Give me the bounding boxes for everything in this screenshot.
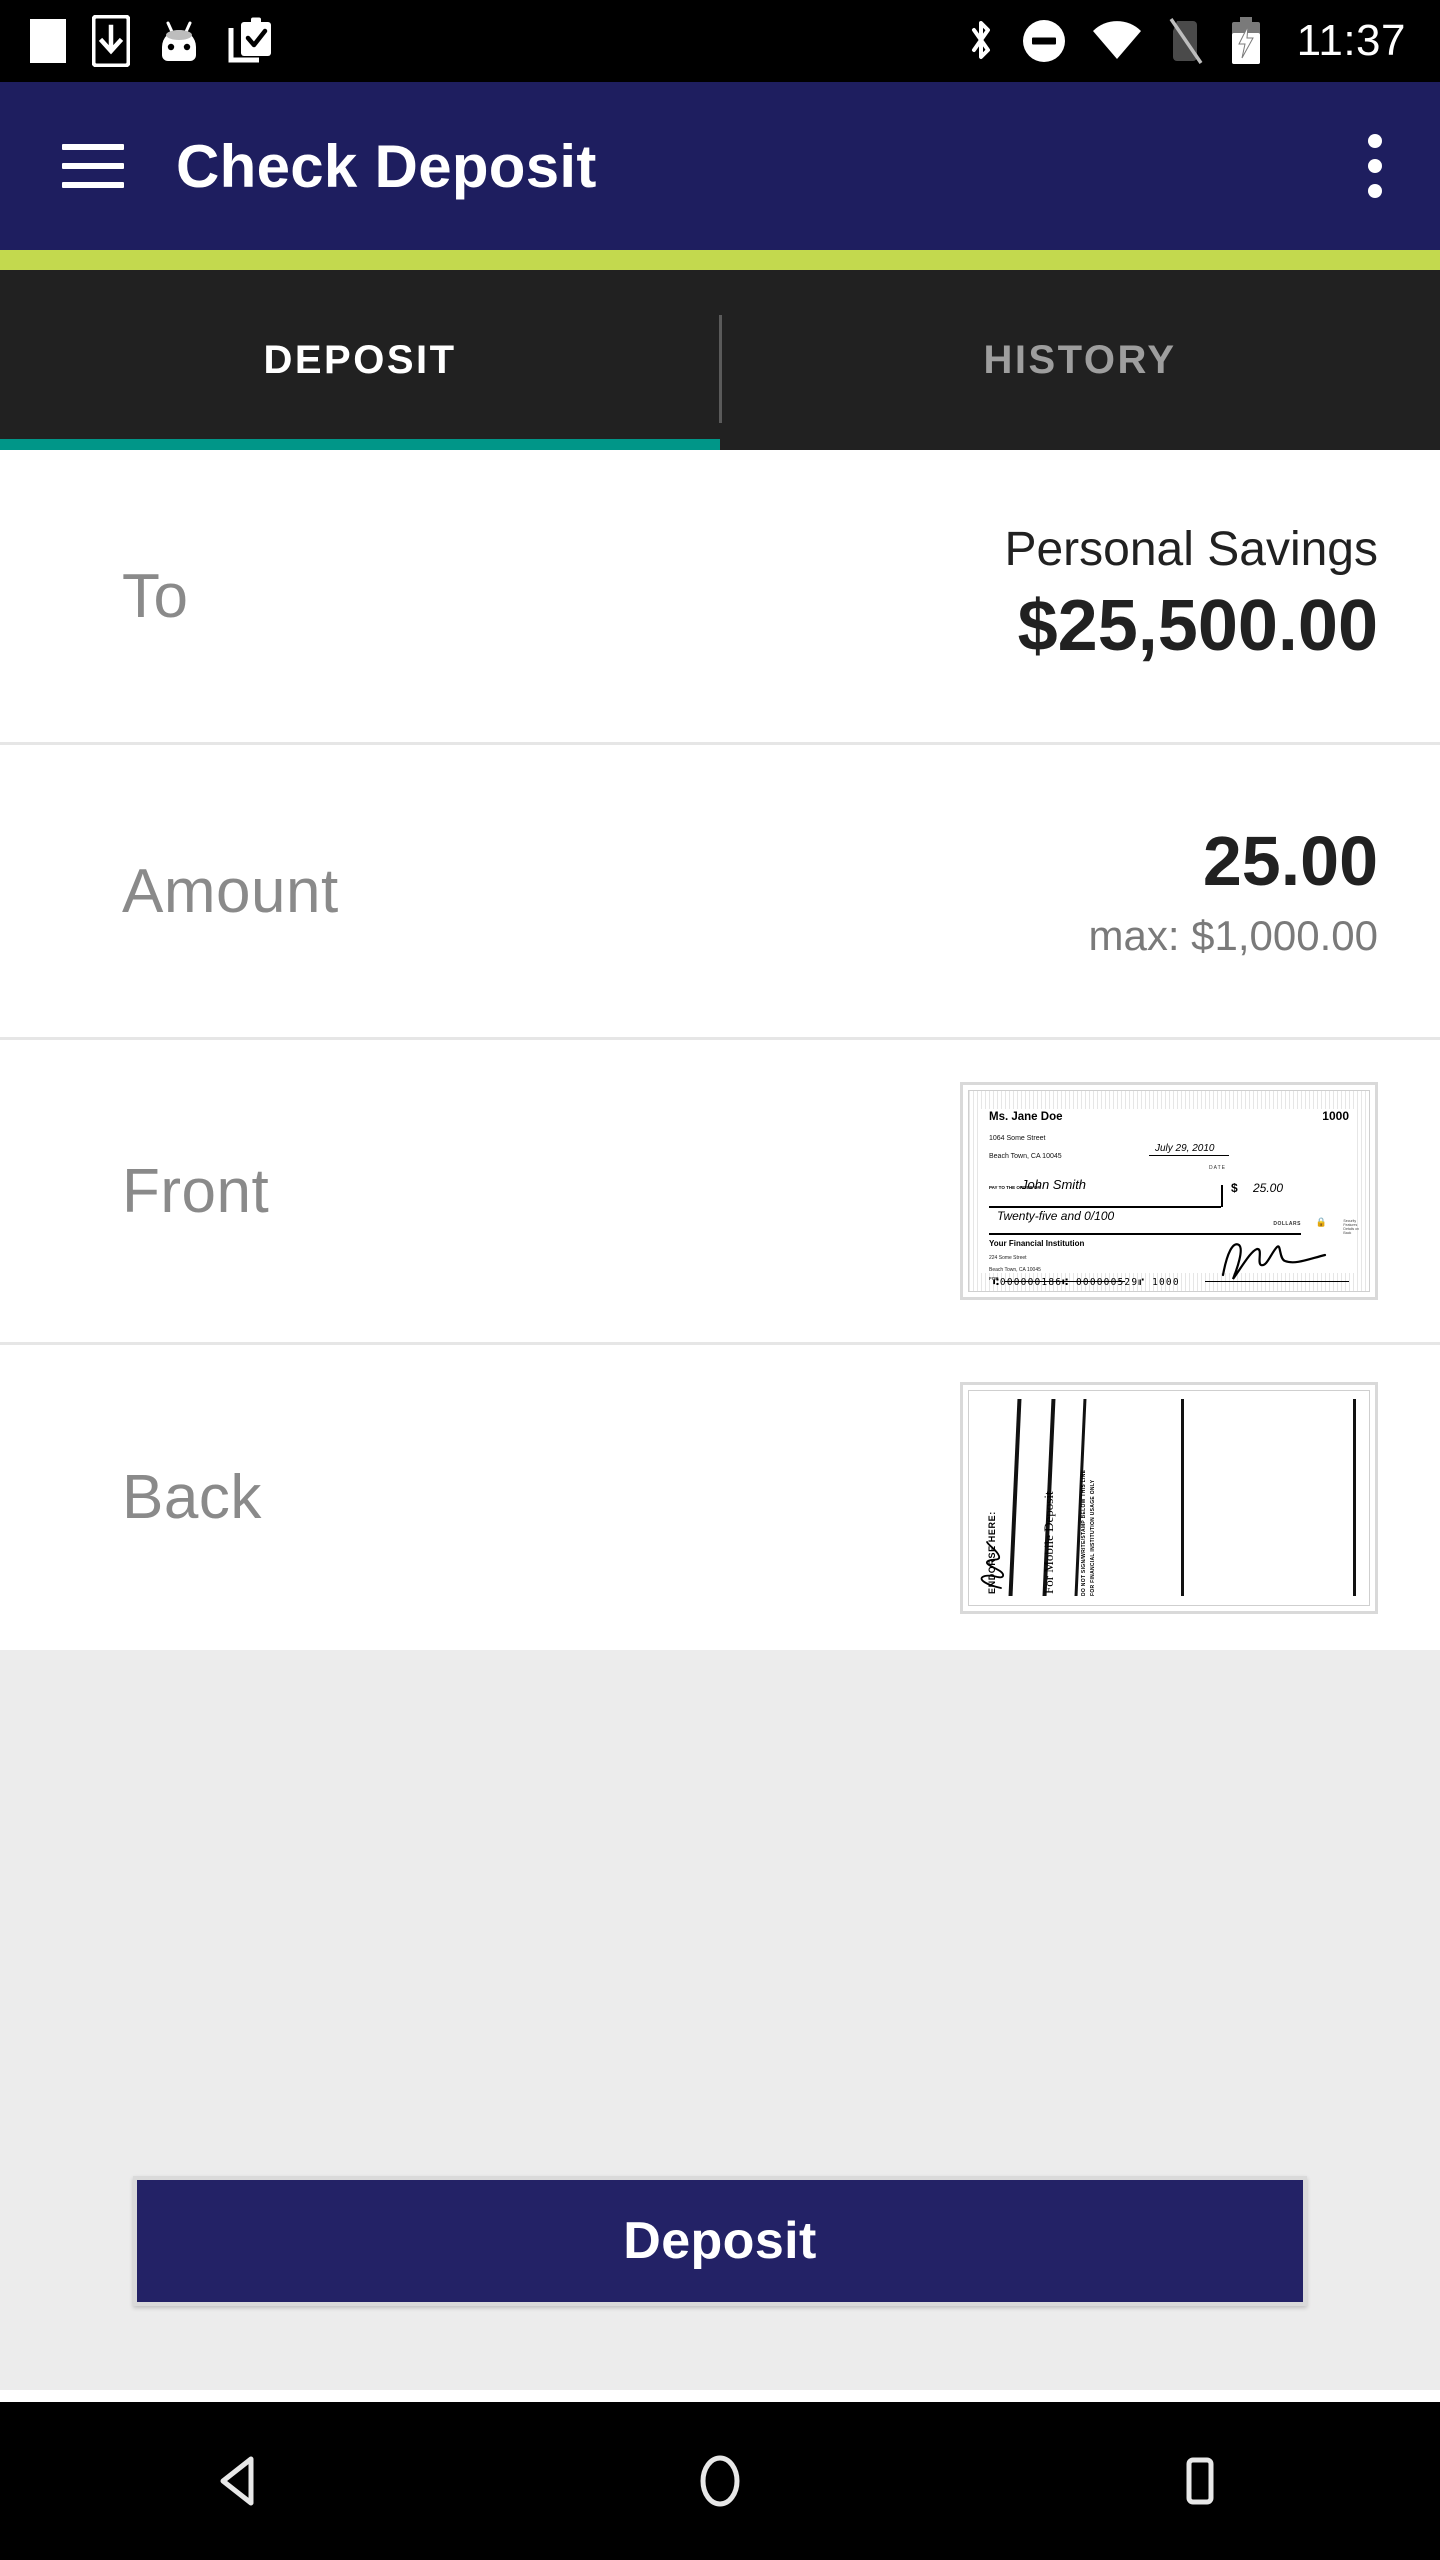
android-head-icon [156, 17, 202, 65]
status-bar-right-icons: 11:37 [965, 16, 1440, 66]
blank-square-icon [30, 17, 66, 65]
back-triangle-icon[interactable] [0, 2450, 480, 2512]
check-security-note: Security Features Details on Back [1343, 1219, 1359, 1236]
account-balance: $25,500.00 [1017, 586, 1378, 667]
bluetooth-icon [965, 17, 997, 65]
row-to-value: Personal Savings $25,500.00 [1004, 522, 1378, 670]
page-title: Check Deposit [176, 132, 597, 200]
app-bar: Check Deposit [0, 82, 1440, 250]
deposit-button[interactable]: Deposit [133, 2176, 1307, 2306]
check-signature-line [1205, 1281, 1349, 1283]
tab-deposit[interactable]: DEPOSIT [0, 270, 720, 450]
home-circle-icon[interactable] [480, 2450, 960, 2512]
check-payer-address-2: Beach Town, CA 10045 [989, 1153, 1062, 1160]
wifi-icon [1091, 19, 1143, 63]
check-date: July 29, 2010 [1149, 1143, 1229, 1156]
row-back-value: ENDORSE HERE: For Mobile Deposit DO NOT … [960, 1381, 1378, 1614]
check-bank-name: Your Financial Institution [989, 1239, 1085, 1248]
row-back-label: Back [122, 1463, 262, 1532]
deposit-form: To Personal Savings $25,500.00 Amount 25… [0, 450, 1440, 1650]
more-vertical-icon[interactable] [1368, 134, 1382, 198]
status-bar-left-icons [0, 15, 274, 67]
check-number: 1000 [1322, 1109, 1349, 1123]
check-payee-line [989, 1206, 1221, 1208]
row-front-label: Front [122, 1156, 270, 1226]
recents-square-icon[interactable] [960, 2450, 1440, 2512]
check-payer-name: Ms. Jane Doe [989, 1111, 1063, 1123]
tab-history[interactable]: HISTORY [720, 270, 1440, 450]
android-nav-bar [0, 2402, 1440, 2560]
tab-active-indicator [0, 439, 720, 450]
check-payer-address-1: 1064 Some Street [989, 1135, 1046, 1142]
row-front-value: Ms. Jane Doe 1064 Some Street Beach Town… [960, 1082, 1378, 1300]
deposit-button-label: Deposit [623, 2212, 817, 2270]
row-amount[interactable]: Amount 25.00 max: $1,000.00 [0, 745, 1440, 1040]
check-date-label: DATE [1209, 1165, 1226, 1171]
check-dollar-sign: $ [1231, 1181, 1238, 1195]
tab-bar: DEPOSIT HISTORY [0, 270, 1440, 450]
endorse-rule-4 [1181, 1399, 1184, 1596]
phone-screen: 11:37 Check Deposit DEPOSIT HISTORY To P… [0, 0, 1440, 2560]
check-dollars-label: DOLLARS [1273, 1221, 1301, 1227]
endorse-rule-5 [1353, 1399, 1356, 1596]
check-front-image: Ms. Jane Doe 1064 Some Street Beach Town… [968, 1090, 1370, 1292]
status-bar-clock: 11:37 [1296, 16, 1406, 65]
check-micr-line: ⑆000000186⑆ 000000529⑈ 1000 [993, 1277, 1180, 1288]
no-sim-icon [1167, 17, 1205, 65]
row-to-label: To [122, 561, 189, 631]
check-back-image: ENDORSE HERE: For Mobile Deposit DO NOT … [968, 1389, 1370, 1606]
check-back-thumbnail[interactable]: ENDORSE HERE: For Mobile Deposit DO NOT … [960, 1381, 1378, 1614]
row-amount-label: Amount [122, 856, 339, 926]
clipboard-check-icon [228, 16, 274, 66]
check-amount-words: Twenty-five and 0/100 [997, 1209, 1115, 1223]
tab-divider [719, 315, 722, 423]
security-lock-icon: 🔒 [1315, 1217, 1327, 1227]
battery-charging-icon [1229, 16, 1263, 66]
account-name: Personal Savings [1004, 523, 1378, 577]
check-payee: John Smith [1021, 1177, 1087, 1192]
row-back[interactable]: Back ENDORSE HERE: For Mobile Deposit DO… [0, 1345, 1440, 1650]
tab-history-label: HISTORY [983, 337, 1177, 382]
check-bank-address-2: Beach Town, CA 10045 [989, 1267, 1041, 1273]
check-front-thumbnail[interactable]: Ms. Jane Doe 1064 Some Street Beach Town… [960, 1082, 1378, 1300]
amount-input-value[interactable]: 25.00 [1088, 822, 1378, 900]
check-signature [1221, 1243, 1327, 1280]
check-bank-address-1: 224 Some Street [989, 1255, 1027, 1261]
check-amount-box-tick [1221, 1185, 1223, 1207]
endorse-warning-2: FOR FINANCIAL INSTITUTION USAGE ONLY [1090, 1479, 1097, 1596]
endorsement-signature [980, 1540, 1004, 1589]
do-not-disturb-icon [1021, 18, 1067, 64]
row-amount-value: 25.00 max: $1,000.00 [1088, 822, 1378, 960]
row-front[interactable]: Front Ms. Jane Doe 1064 Some Street Beac… [0, 1040, 1440, 1345]
amount-max-hint: max: $1,000.00 [1088, 911, 1378, 959]
download-to-device-icon [92, 15, 130, 67]
endorsement-text: For Mobile Deposit [1041, 1491, 1056, 1594]
hamburger-menu-icon[interactable] [62, 144, 124, 188]
status-bar: 11:37 [0, 0, 1440, 82]
check-amount-numeric: 25.00 [1253, 1181, 1284, 1195]
row-to[interactable]: To Personal Savings $25,500.00 [0, 450, 1440, 745]
endorse-warning-1: DO NOT SIGN/WRITE/STAMP BELOW THIS LINE [1081, 1469, 1087, 1596]
accent-bar [0, 250, 1440, 270]
tab-deposit-label: DEPOSIT [263, 337, 457, 382]
